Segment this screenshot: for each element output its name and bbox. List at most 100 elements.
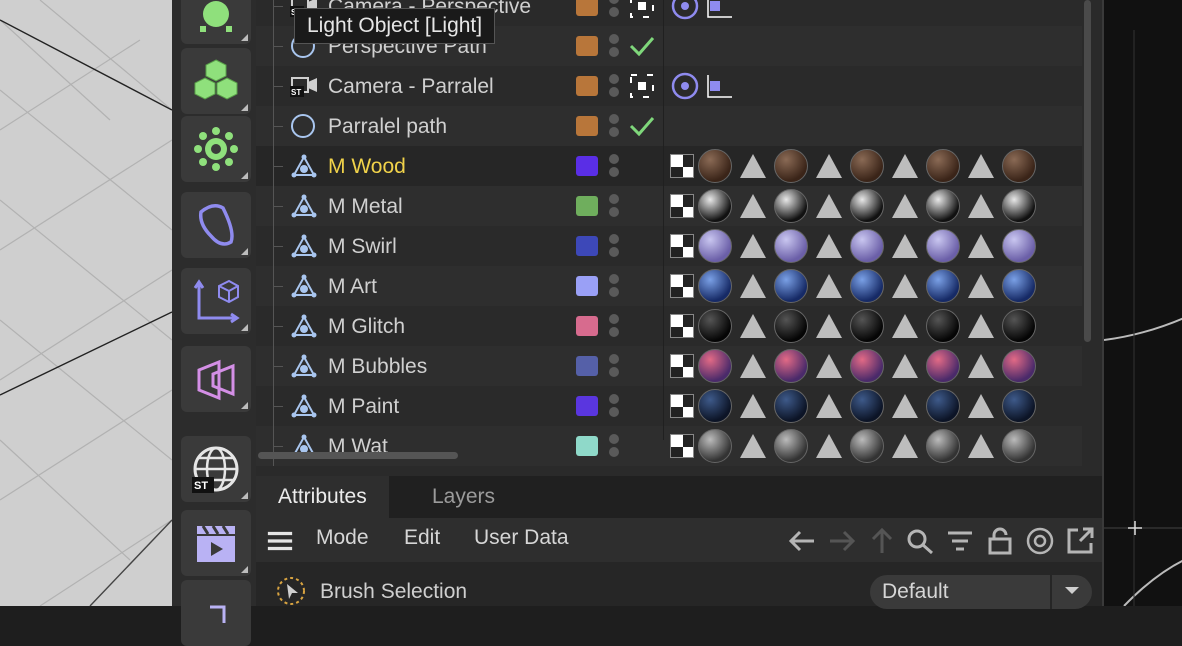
layer-color-swatch[interactable] xyxy=(576,36,598,56)
phong-tag-icon[interactable] xyxy=(740,194,766,218)
material-ball-icon[interactable] xyxy=(850,349,884,383)
object-row[interactable]: M Metal xyxy=(256,186,1082,226)
material-ball-icon[interactable] xyxy=(926,349,960,383)
phong-tag-icon[interactable] xyxy=(740,434,766,458)
preset-select[interactable]: Default xyxy=(870,575,1050,609)
object-row[interactable]: M Swirl xyxy=(256,226,1082,266)
vertical-scrollbar[interactable] xyxy=(1084,0,1091,342)
texture-tag-icon[interactable] xyxy=(670,314,694,338)
visibility-dots[interactable] xyxy=(608,111,620,141)
phong-tag-icon[interactable] xyxy=(892,394,918,418)
phong-tag-icon[interactable] xyxy=(740,274,766,298)
phong-tag-icon[interactable] xyxy=(740,394,766,418)
back-arrow-icon[interactable] xyxy=(788,528,816,554)
material-ball-icon[interactable] xyxy=(774,349,808,383)
camera-tag-icon[interactable] xyxy=(670,0,700,21)
object-row[interactable]: M Wood xyxy=(256,146,1082,186)
texture-tag-icon[interactable] xyxy=(670,394,694,418)
phong-tag-icon[interactable] xyxy=(816,354,842,378)
object-row[interactable]: Parralel path xyxy=(256,106,1082,146)
material-ball-icon[interactable] xyxy=(850,269,884,303)
layer-color-swatch[interactable] xyxy=(576,156,598,176)
material-ball-icon[interactable] xyxy=(926,269,960,303)
visibility-dots[interactable] xyxy=(608,191,620,221)
phong-tag-icon[interactable] xyxy=(740,234,766,258)
object-row[interactable]: M Bubbles xyxy=(256,346,1082,386)
material-ball-icon[interactable] xyxy=(1002,269,1036,303)
cube-cluster-icon[interactable] xyxy=(181,48,251,114)
material-ball-icon[interactable] xyxy=(1002,309,1036,343)
camera-target-icon[interactable] xyxy=(628,0,656,18)
phong-tag-icon[interactable] xyxy=(740,354,766,378)
phong-tag-icon[interactable] xyxy=(968,154,994,178)
phong-tag-icon[interactable] xyxy=(968,394,994,418)
visibility-dots[interactable] xyxy=(608,311,620,341)
texture-tag-icon[interactable] xyxy=(670,234,694,258)
filter-icon[interactable] xyxy=(946,528,974,554)
visibility-dots[interactable] xyxy=(608,71,620,101)
material-ball-icon[interactable] xyxy=(698,429,732,463)
material-ball-icon[interactable] xyxy=(926,229,960,263)
object-name[interactable]: M Metal xyxy=(328,195,403,219)
object-name[interactable]: M Art xyxy=(328,275,377,299)
tab-attributes[interactable]: Attributes xyxy=(256,476,389,518)
horizontal-scrollbar[interactable] xyxy=(258,452,458,459)
material-ball-icon[interactable] xyxy=(1002,429,1036,463)
material-ball-icon[interactable] xyxy=(698,149,732,183)
phong-tag-icon[interactable] xyxy=(892,434,918,458)
phong-tag-icon[interactable] xyxy=(816,194,842,218)
layer-color-swatch[interactable] xyxy=(576,356,598,376)
material-ball-icon[interactable] xyxy=(1002,189,1036,223)
texture-tag-icon[interactable] xyxy=(670,274,694,298)
phong-tag-icon[interactable] xyxy=(816,154,842,178)
visibility-dots[interactable] xyxy=(608,231,620,261)
phong-tag-icon[interactable] xyxy=(892,234,918,258)
viewport-right[interactable] xyxy=(1102,0,1182,607)
material-ball-icon[interactable] xyxy=(698,229,732,263)
object-name[interactable]: M Glitch xyxy=(328,315,405,339)
search-icon[interactable] xyxy=(906,528,934,554)
globe-icon[interactable]: ST xyxy=(181,436,251,502)
layer-color-swatch[interactable] xyxy=(576,436,598,456)
phong-tag-icon[interactable] xyxy=(968,434,994,458)
material-ball-icon[interactable] xyxy=(926,429,960,463)
phong-tag-icon[interactable] xyxy=(892,274,918,298)
phong-tag-icon[interactable] xyxy=(740,154,766,178)
object-name[interactable]: Parralel path xyxy=(328,115,447,139)
visibility-dots[interactable] xyxy=(608,271,620,301)
texture-tag-icon[interactable] xyxy=(670,434,694,458)
preset-dropdown-button[interactable] xyxy=(1050,575,1092,609)
material-ball-icon[interactable] xyxy=(774,389,808,423)
material-ball-icon[interactable] xyxy=(926,189,960,223)
material-ball-icon[interactable] xyxy=(774,229,808,263)
object-row[interactable]: M Paint xyxy=(256,386,1082,426)
material-ball-icon[interactable] xyxy=(1002,229,1036,263)
phong-tag-icon[interactable] xyxy=(816,274,842,298)
material-ball-icon[interactable] xyxy=(698,189,732,223)
menu-edit[interactable]: Edit xyxy=(404,526,440,550)
phong-tag-icon[interactable] xyxy=(892,354,918,378)
tool-icon[interactable] xyxy=(181,580,251,646)
layer-color-swatch[interactable] xyxy=(576,316,598,336)
phong-tag-icon[interactable] xyxy=(968,314,994,338)
material-ball-icon[interactable] xyxy=(850,189,884,223)
material-ball-icon[interactable] xyxy=(698,269,732,303)
target-icon[interactable] xyxy=(1026,527,1054,555)
new-window-icon[interactable] xyxy=(1066,527,1094,554)
hamburger-menu-icon[interactable] xyxy=(266,528,294,554)
lock-icon[interactable] xyxy=(986,527,1014,555)
material-ball-icon[interactable] xyxy=(850,229,884,263)
visibility-dots[interactable] xyxy=(608,391,620,421)
layer-color-swatch[interactable] xyxy=(576,236,598,256)
object-row[interactable]: M Art xyxy=(256,266,1082,306)
phong-tag-icon[interactable] xyxy=(892,154,918,178)
object-name[interactable]: M Paint xyxy=(328,395,399,419)
layer-color-swatch[interactable] xyxy=(576,196,598,216)
forward-arrow-icon[interactable] xyxy=(828,528,856,554)
material-ball-icon[interactable] xyxy=(850,149,884,183)
phong-tag-icon[interactable] xyxy=(892,194,918,218)
material-ball-icon[interactable] xyxy=(1002,349,1036,383)
material-ball-icon[interactable] xyxy=(1002,149,1036,183)
phong-tag-icon[interactable] xyxy=(816,434,842,458)
material-ball-icon[interactable] xyxy=(926,149,960,183)
